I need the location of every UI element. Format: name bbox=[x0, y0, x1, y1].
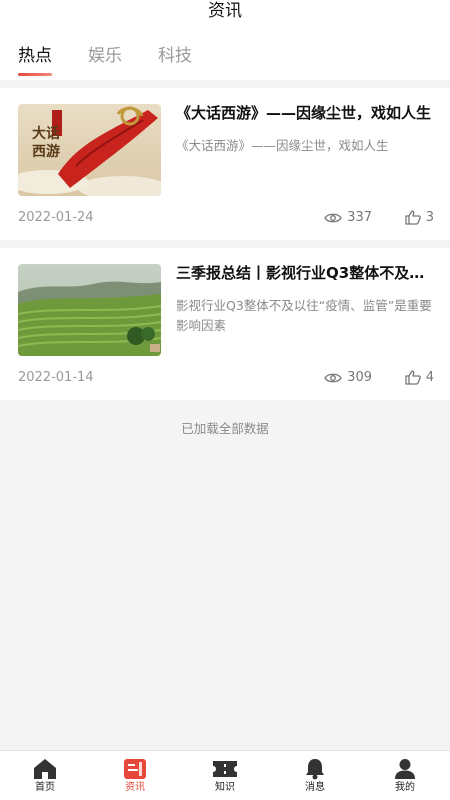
bell-icon bbox=[306, 759, 324, 780]
svg-text:大话: 大话 bbox=[32, 125, 60, 142]
like-button[interactable]: 3 bbox=[405, 210, 434, 225]
tabbar-label: 资讯 bbox=[125, 782, 145, 793]
news-title: 《大话西游》——因缘尘世，戏如人生 bbox=[176, 104, 432, 122]
tabbar-item-news[interactable]: 资讯 bbox=[90, 751, 180, 800]
tab-hot-label: 热点 bbox=[18, 46, 52, 66]
tabbar-item-home[interactable]: 首页 bbox=[0, 751, 90, 800]
view-count: 337 bbox=[324, 210, 372, 225]
tabbar-label: 首页 bbox=[35, 782, 55, 793]
news-title: 三季报总结丨影视行业Q3整体不及以往 bbox=[176, 264, 434, 282]
news-date: 2022-01-14 bbox=[18, 370, 94, 385]
tab-entertainment[interactable]: 娱乐 bbox=[88, 45, 122, 67]
tabbar-label: 消息 bbox=[305, 782, 325, 793]
like-button[interactable]: 4 bbox=[405, 370, 434, 385]
tabbar-label: 知识 bbox=[215, 782, 235, 793]
thumbs-up-icon bbox=[405, 370, 421, 385]
view-count-value: 309 bbox=[347, 370, 372, 385]
tab-tech[interactable]: 科技 bbox=[158, 45, 192, 67]
view-count-value: 337 bbox=[347, 210, 372, 225]
eye-icon bbox=[324, 213, 342, 222]
eye-icon bbox=[324, 373, 342, 382]
tab-entertainment-label: 娱乐 bbox=[88, 46, 122, 66]
view-count: 309 bbox=[324, 370, 372, 385]
news-meta: 2022-01-14 309 4 bbox=[18, 370, 434, 388]
category-tabs: 热点 娱乐 科技 bbox=[18, 45, 228, 76]
page-title: 资讯 bbox=[208, 1, 242, 21]
news-thumbnail bbox=[18, 264, 161, 356]
tabbar-item-knowledge[interactable]: 知识 bbox=[180, 751, 270, 800]
bottom-tab-bar: 首页 资讯 知识 消息 我的 bbox=[0, 750, 450, 800]
news-thumbnail: 大话 西游 bbox=[18, 104, 161, 196]
user-icon bbox=[395, 759, 415, 779]
news-card[interactable]: 三季报总结丨影视行业Q3整体不及以往 影视行业Q3整体不及以往“疫情、监管”是重… bbox=[0, 248, 450, 400]
news-card[interactable]: 大话 西游 《大话西游》——因缘尘世，戏如人生 《大话西游》——因缘尘世，戏如人… bbox=[0, 88, 450, 240]
news-date: 2022-01-24 bbox=[18, 210, 94, 225]
news-meta: 2022-01-24 337 3 bbox=[18, 210, 434, 228]
all-loaded-note: 已加载全部数据 bbox=[181, 421, 269, 436]
thumbs-up-icon bbox=[405, 210, 421, 225]
tab-hot[interactable]: 热点 bbox=[18, 45, 52, 76]
like-count-value: 3 bbox=[425, 210, 434, 225]
tabbar-item-profile[interactable]: 我的 bbox=[360, 751, 450, 800]
header: 资讯 热点 娱乐 科技 bbox=[0, 0, 450, 80]
tabbar-item-messages[interactable]: 消息 bbox=[270, 751, 360, 800]
news-summary: 《大话西游》——因缘尘世，戏如人生 bbox=[176, 138, 389, 153]
home-icon bbox=[34, 759, 56, 779]
like-count-value: 4 bbox=[425, 370, 434, 385]
svg-text:西游: 西游 bbox=[32, 143, 60, 160]
news-icon bbox=[124, 759, 146, 779]
active-tab-indicator bbox=[18, 73, 52, 76]
news-summary: 影视行业Q3整体不及以往“疫情、监管”是重要影响因素 bbox=[176, 298, 432, 333]
tab-tech-label: 科技 bbox=[158, 46, 192, 66]
ticket-icon bbox=[213, 761, 237, 777]
tabbar-label: 我的 bbox=[395, 782, 415, 793]
